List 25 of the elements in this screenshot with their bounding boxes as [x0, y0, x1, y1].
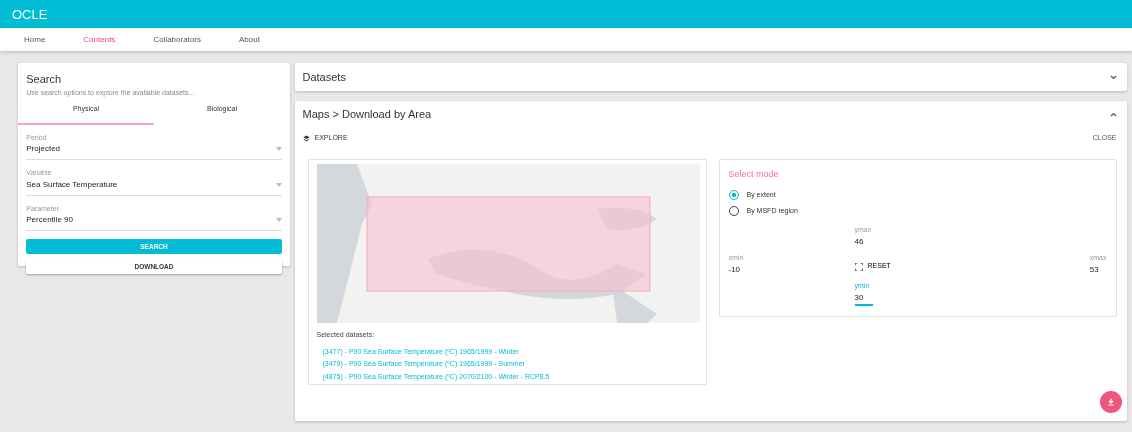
coordinate-field[interactable]: 53: [1089, 264, 1099, 276]
app-title: OCLE: [0, 0, 1132, 28]
nav-link[interactable]: Home: [12, 28, 58, 51]
card-title: Search: [25, 72, 63, 87]
fullscreen-icon: [854, 262, 863, 271]
coordinate-field[interactable]: 30: [854, 292, 873, 306]
download-icon: [1106, 398, 1115, 406]
chevron-down-icon[interactable]: [1109, 74, 1117, 80]
datasets-panel-header[interactable]: Datasets: [294, 63, 1127, 91]
select-field[interactable]: Sea Surface Temperature: [26, 178, 282, 196]
coordinate-field[interactable]: -10: [728, 264, 741, 276]
caret-icon: [275, 218, 282, 222]
select-field[interactable]: Percentile 90: [26, 214, 282, 231]
panel-title: Maps > Download by Area: [302, 106, 432, 122]
caret-icon: [275, 147, 282, 151]
caret-icon: [275, 182, 282, 187]
download-fab[interactable]: [1099, 391, 1122, 413]
chevron-up-icon[interactable]: [1109, 111, 1117, 117]
radio-button[interactable]: [728, 189, 739, 200]
nav-link[interactable]: About: [226, 28, 272, 51]
nav-link[interactable]: Collaborators: [141, 28, 213, 51]
card-title: Select mode: [728, 168, 780, 181]
layers-icon: [302, 134, 310, 142]
coordinate-field[interactable]: 46: [854, 236, 864, 248]
select-field[interactable]: Projected: [26, 143, 282, 160]
